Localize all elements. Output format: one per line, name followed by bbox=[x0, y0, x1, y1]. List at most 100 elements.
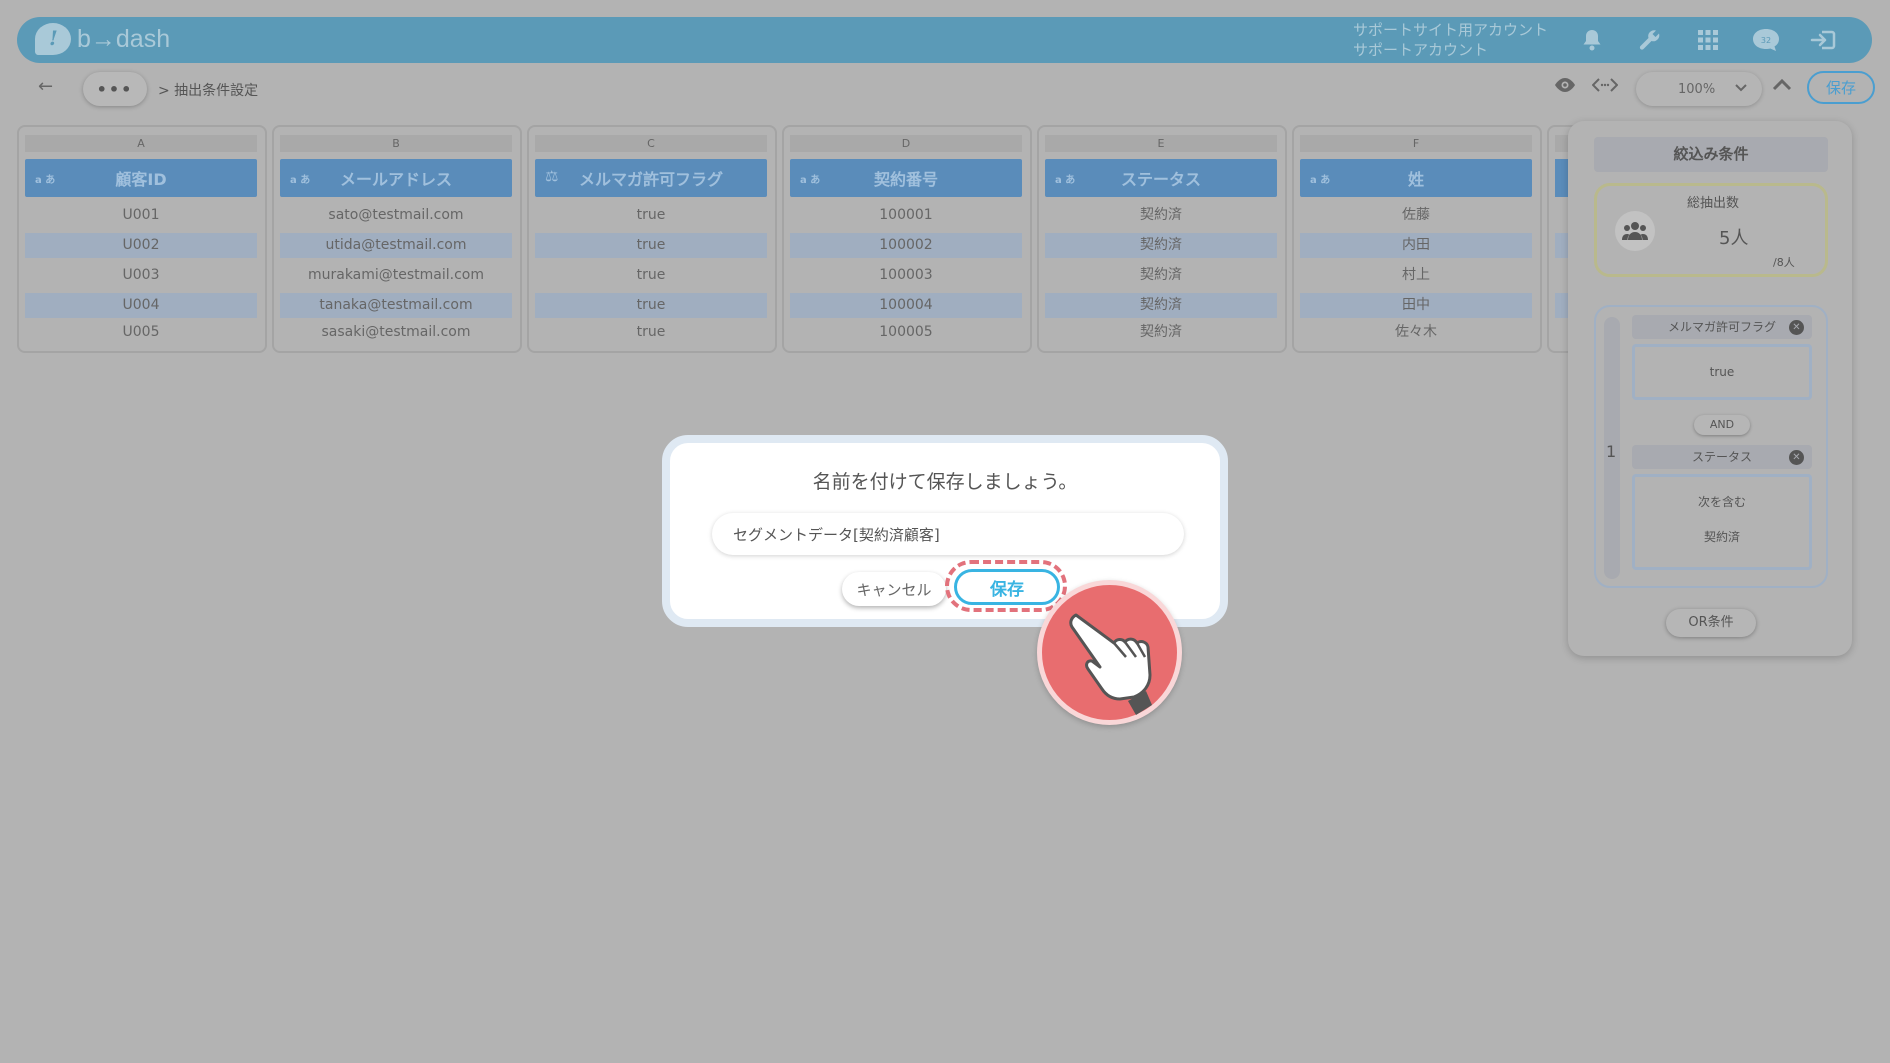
column-header-label: メールアドレス bbox=[339, 170, 452, 189]
table-cell: U004 bbox=[25, 293, 257, 318]
column-header-label: 顧客ID bbox=[115, 170, 167, 189]
count-total: /8人 bbox=[1773, 256, 1795, 269]
and-toggle[interactable]: AND bbox=[1694, 415, 1750, 435]
toolbar-save-button[interactable]: 保存 bbox=[1807, 71, 1875, 104]
chevron-up-icon[interactable] bbox=[1772, 77, 1792, 97]
column-header[interactable]: a あ 顧客ID bbox=[25, 159, 257, 197]
remove-condition-1-icon[interactable]: ✕ bbox=[1789, 320, 1804, 335]
table-cell: 契約済 bbox=[1140, 324, 1182, 340]
chat-badge: 32 bbox=[1761, 36, 1771, 45]
breadcrumb: > 抽出条件設定 bbox=[158, 83, 259, 99]
table-cell: sasaki@testmail.com bbox=[321, 324, 471, 340]
table-cell: tanaka@testmail.com bbox=[280, 293, 512, 318]
column-header[interactable]: a あ 契約番号 bbox=[790, 159, 1022, 197]
logo-text: b→dash bbox=[77, 24, 171, 53]
zoom-value: 100% bbox=[1678, 81, 1716, 97]
wrench-icon[interactable] bbox=[1635, 25, 1665, 55]
column-c: C ⚖ メルマガ許可フラグ true true true true true bbox=[527, 125, 777, 353]
text-type-icon: a あ bbox=[1055, 175, 1076, 186]
account-line-1: サポートサイト用アカウント bbox=[1353, 21, 1549, 39]
table-cell: 100004 bbox=[790, 293, 1022, 318]
or-condition-button[interactable]: OR条件 bbox=[1666, 609, 1756, 637]
text-type-icon: a あ bbox=[35, 175, 56, 186]
column-header-label: メルマガ許可フラグ bbox=[578, 170, 723, 189]
table-cell: true bbox=[636, 267, 666, 283]
condition-2-operator: 次を含む bbox=[1697, 495, 1746, 509]
support-chat-icon[interactable]: 32 bbox=[1751, 25, 1781, 55]
table-cell: 100002 bbox=[790, 233, 1022, 258]
segment-name-input[interactable] bbox=[712, 513, 1184, 555]
table-cell: sato@testmail.com bbox=[328, 207, 464, 223]
table-cell: true bbox=[636, 324, 666, 340]
apps-grid-icon[interactable] bbox=[1693, 25, 1723, 55]
condition-2-label[interactable]: ステータス ✕ bbox=[1632, 445, 1812, 469]
column-letter: C bbox=[535, 135, 767, 152]
back-arrow-icon[interactable]: ← bbox=[38, 76, 53, 97]
table-cell: 村上 bbox=[1402, 267, 1430, 283]
boolean-type-icon: ⚖ bbox=[545, 167, 559, 185]
count-label: 総抽出数 bbox=[1687, 196, 1740, 211]
column-header-label: 姓 bbox=[1407, 170, 1424, 189]
condition-1-name: メルマガ許可フラグ bbox=[1667, 320, 1776, 334]
chevron-down-icon bbox=[1734, 80, 1748, 98]
column-header[interactable]: a あ ステータス bbox=[1045, 159, 1277, 197]
condition-1-label[interactable]: メルマガ許可フラグ ✕ bbox=[1632, 315, 1812, 339]
column-e: E a あ ステータス 契約済 契約済 契約済 契約済 契約済 bbox=[1037, 125, 1287, 353]
column-header[interactable]: a あ姓 bbox=[1300, 159, 1532, 197]
column-d: D a あ 契約番号 100001 100002 100003 100004 10… bbox=[782, 125, 1032, 353]
account-line-2: サポートアカウント bbox=[1353, 41, 1489, 59]
users-icon bbox=[1615, 211, 1655, 251]
column-f: F a あ 姓 佐藤 内田 村上 田中 佐々木 bbox=[1292, 125, 1542, 353]
column-header-label: 契約番号 bbox=[873, 170, 938, 189]
table-cell: 佐藤 bbox=[1402, 207, 1430, 223]
account-info[interactable]: サポートサイト用アカウント サポートアカウント bbox=[1353, 20, 1548, 60]
table-cell: 契約済 bbox=[1140, 267, 1182, 283]
more-button[interactable]: ••• bbox=[83, 72, 147, 106]
table-cell: U002 bbox=[25, 233, 257, 258]
column-header[interactable]: ⚖ メルマガ許可フラグ bbox=[535, 159, 767, 197]
column-letter: B bbox=[280, 135, 512, 152]
table-cell: 100003 bbox=[879, 267, 933, 283]
remove-condition-2-icon[interactable]: ✕ bbox=[1789, 450, 1804, 465]
logo-bubble-icon bbox=[35, 23, 71, 55]
column-header-label: ステータス bbox=[1120, 170, 1201, 189]
column-letter: F bbox=[1300, 135, 1532, 152]
condition-1-value: true bbox=[1709, 365, 1735, 379]
total-count-box: 総抽出数 5人 /8人 bbox=[1594, 183, 1828, 277]
table-cell: 契約済 bbox=[1045, 293, 1277, 318]
table-cell: 100001 bbox=[879, 207, 933, 223]
condition-1-value-box[interactable]: true bbox=[1632, 344, 1812, 400]
toolbar: ← ••• > 抽出条件設定 100% 保存 bbox=[10, 66, 1880, 112]
eye-icon[interactable] bbox=[1553, 77, 1577, 97]
table-cell: 契約済 bbox=[1045, 233, 1277, 258]
header-icons: 32 bbox=[1577, 25, 1839, 55]
table-cell: 100005 bbox=[879, 324, 933, 340]
table-cell: murakami@testmail.com bbox=[307, 267, 485, 283]
condition-2-name: ステータス bbox=[1691, 450, 1752, 464]
zoom-select[interactable]: 100% bbox=[1636, 72, 1762, 106]
table-cell: utida@testmail.com bbox=[280, 233, 512, 258]
group-number: 1 bbox=[1606, 442, 1617, 461]
column-header[interactable]: a あ メールアドレス bbox=[280, 159, 512, 197]
column-b: B a あ メールアドレス sato@testmail.com utida@tes… bbox=[272, 125, 522, 353]
condition-group: 1 メルマガ許可フラグ ✕ true AND ステータス ✕ 次を含む 契約済 bbox=[1594, 305, 1828, 588]
table-cell: 佐々木 bbox=[1395, 324, 1437, 340]
filter-panel: 絞込み条件 総抽出数 5人 /8人 1 メルマガ許可フラグ ✕ true AND… bbox=[1568, 121, 1852, 656]
column-letter: E bbox=[1045, 135, 1277, 152]
column-letter: D bbox=[790, 135, 1022, 152]
panel-title: 絞込み条件 bbox=[1594, 137, 1828, 172]
bell-icon[interactable] bbox=[1577, 25, 1607, 55]
condition-2-value-box[interactable]: 次を含む 契約済 bbox=[1632, 474, 1812, 570]
column-letter: A bbox=[25, 135, 257, 152]
table-cell: true bbox=[535, 233, 767, 258]
table-cell: true bbox=[636, 207, 666, 223]
logo[interactable]: b→dash bbox=[35, 23, 170, 55]
code-icon[interactable] bbox=[1591, 77, 1619, 97]
condition-2-value: 契約済 bbox=[1703, 530, 1740, 544]
table-cell: 内田 bbox=[1300, 233, 1532, 258]
table-cell: 田中 bbox=[1300, 293, 1532, 318]
table-cell: U005 bbox=[122, 324, 160, 340]
text-type-icon: a あ bbox=[1310, 175, 1331, 186]
cancel-button[interactable]: キャンセル bbox=[842, 572, 946, 606]
logout-icon[interactable] bbox=[1809, 25, 1839, 55]
